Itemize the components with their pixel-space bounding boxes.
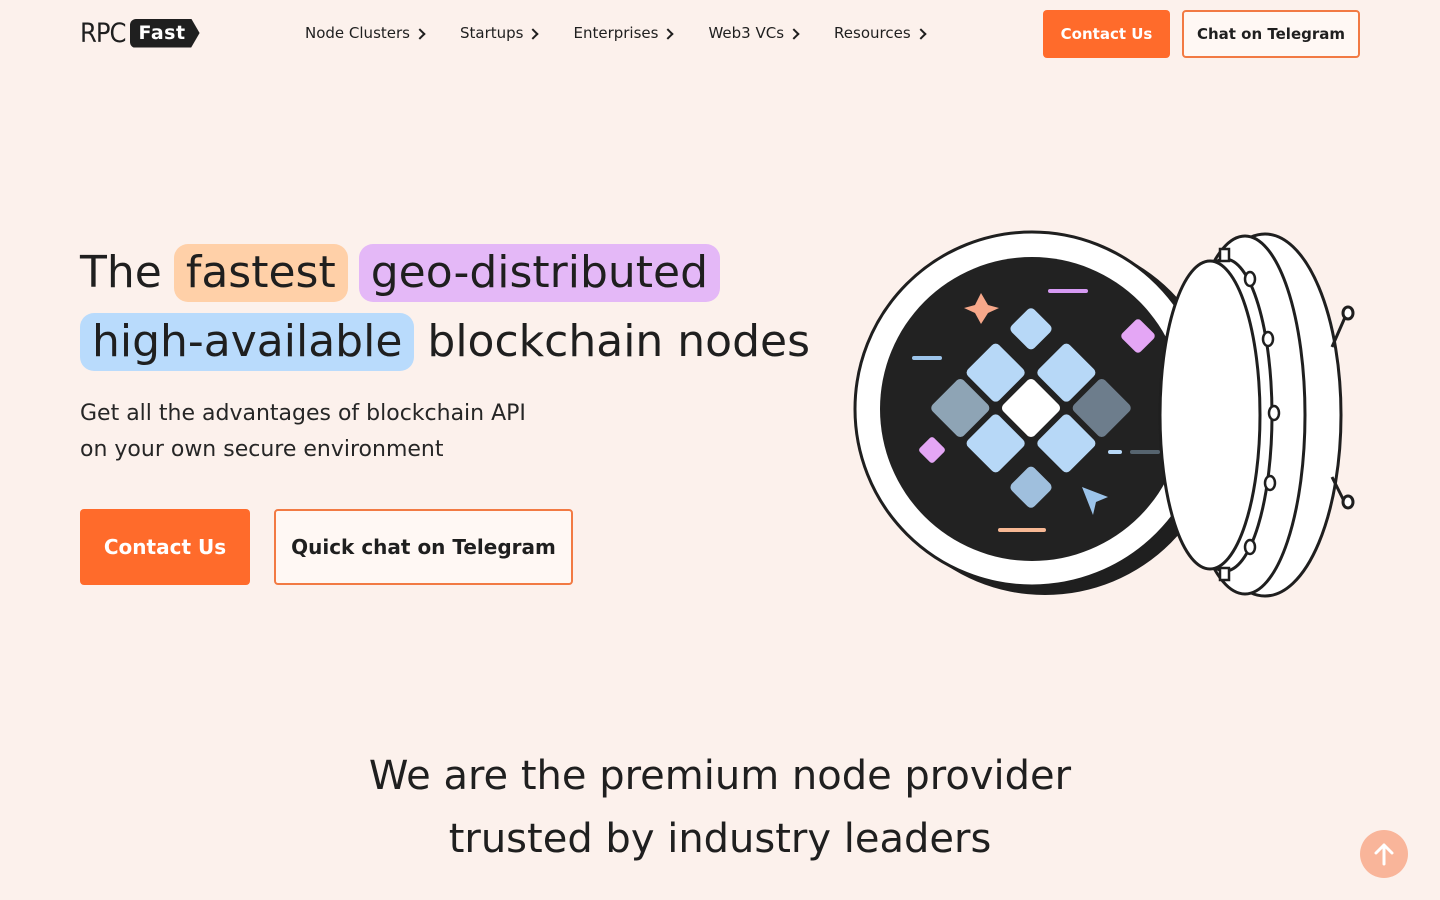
headline-pill-high-available: high-available — [80, 313, 415, 371]
nav-item-label: Startups — [459, 24, 524, 42]
scroll-to-top-button[interactable] — [1360, 830, 1408, 878]
nav-item-web3-vcs[interactable]: Web3 VCs — [708, 22, 800, 44]
hero-subtext-line2: on your own secure environment — [80, 437, 444, 462]
nav-item-enterprises[interactable]: Enterprises — [573, 22, 675, 44]
hero-subtext-line1: Get all the advantages of blockchain API — [80, 401, 526, 426]
section-title-line1: We are the premium node provider — [368, 753, 1072, 799]
arrow-up-icon — [1374, 843, 1394, 866]
vault-door-illustration — [853, 230, 1355, 598]
section-title-line2: trusted by industry leaders — [448, 816, 992, 862]
hero-subtext: Get all the advantages of blockchain API… — [80, 396, 640, 468]
section-title: We are the premium node provider trusted… — [0, 745, 1440, 871]
chevron-right-icon — [662, 27, 675, 40]
headline-pill-geo-distributed: geo-distributed — [358, 244, 721, 302]
logo-rpc-text: RPC — [80, 17, 126, 49]
header-telegram-button[interactable]: Chat on Telegram — [1182, 10, 1360, 58]
headline-pill-fastest: fastest — [173, 244, 348, 302]
headline-word-blockchain-nodes: blockchain nodes — [427, 316, 811, 367]
nav-item-resources[interactable]: Resources — [834, 22, 927, 44]
hero-contact-button[interactable]: Contact Us — [80, 509, 250, 585]
hero-telegram-button[interactable]: Quick chat on Telegram — [274, 509, 573, 585]
logo[interactable]: RPC Fast — [80, 17, 200, 49]
main-nav: Node Clusters Startups Enterprises Web3 … — [305, 22, 961, 44]
logo-fast-badge: Fast — [129, 18, 200, 48]
header-contact-button[interactable]: Contact Us — [1043, 10, 1170, 58]
chevron-right-icon — [914, 27, 927, 40]
chevron-right-icon — [527, 27, 540, 40]
nav-item-startups[interactable]: Startups — [459, 22, 540, 44]
site-header: RPC Fast Node Clusters Startups Enterpri… — [0, 0, 1440, 68]
nav-item-label: Web3 VCs — [708, 24, 785, 42]
headline-word-the: The — [80, 247, 162, 298]
hero-headline-line1: The fastest geo-distributed — [80, 244, 721, 302]
chevron-right-icon — [414, 27, 426, 40]
chevron-right-icon — [788, 27, 800, 40]
nav-item-label: Resources — [834, 24, 911, 42]
hero-headline-line2: high-available blockchain nodes — [80, 313, 810, 371]
nav-item-node-clusters[interactable]: Node Clusters — [305, 22, 426, 44]
nav-item-label: Node Clusters — [305, 24, 410, 42]
nav-item-label: Enterprises — [573, 24, 659, 42]
